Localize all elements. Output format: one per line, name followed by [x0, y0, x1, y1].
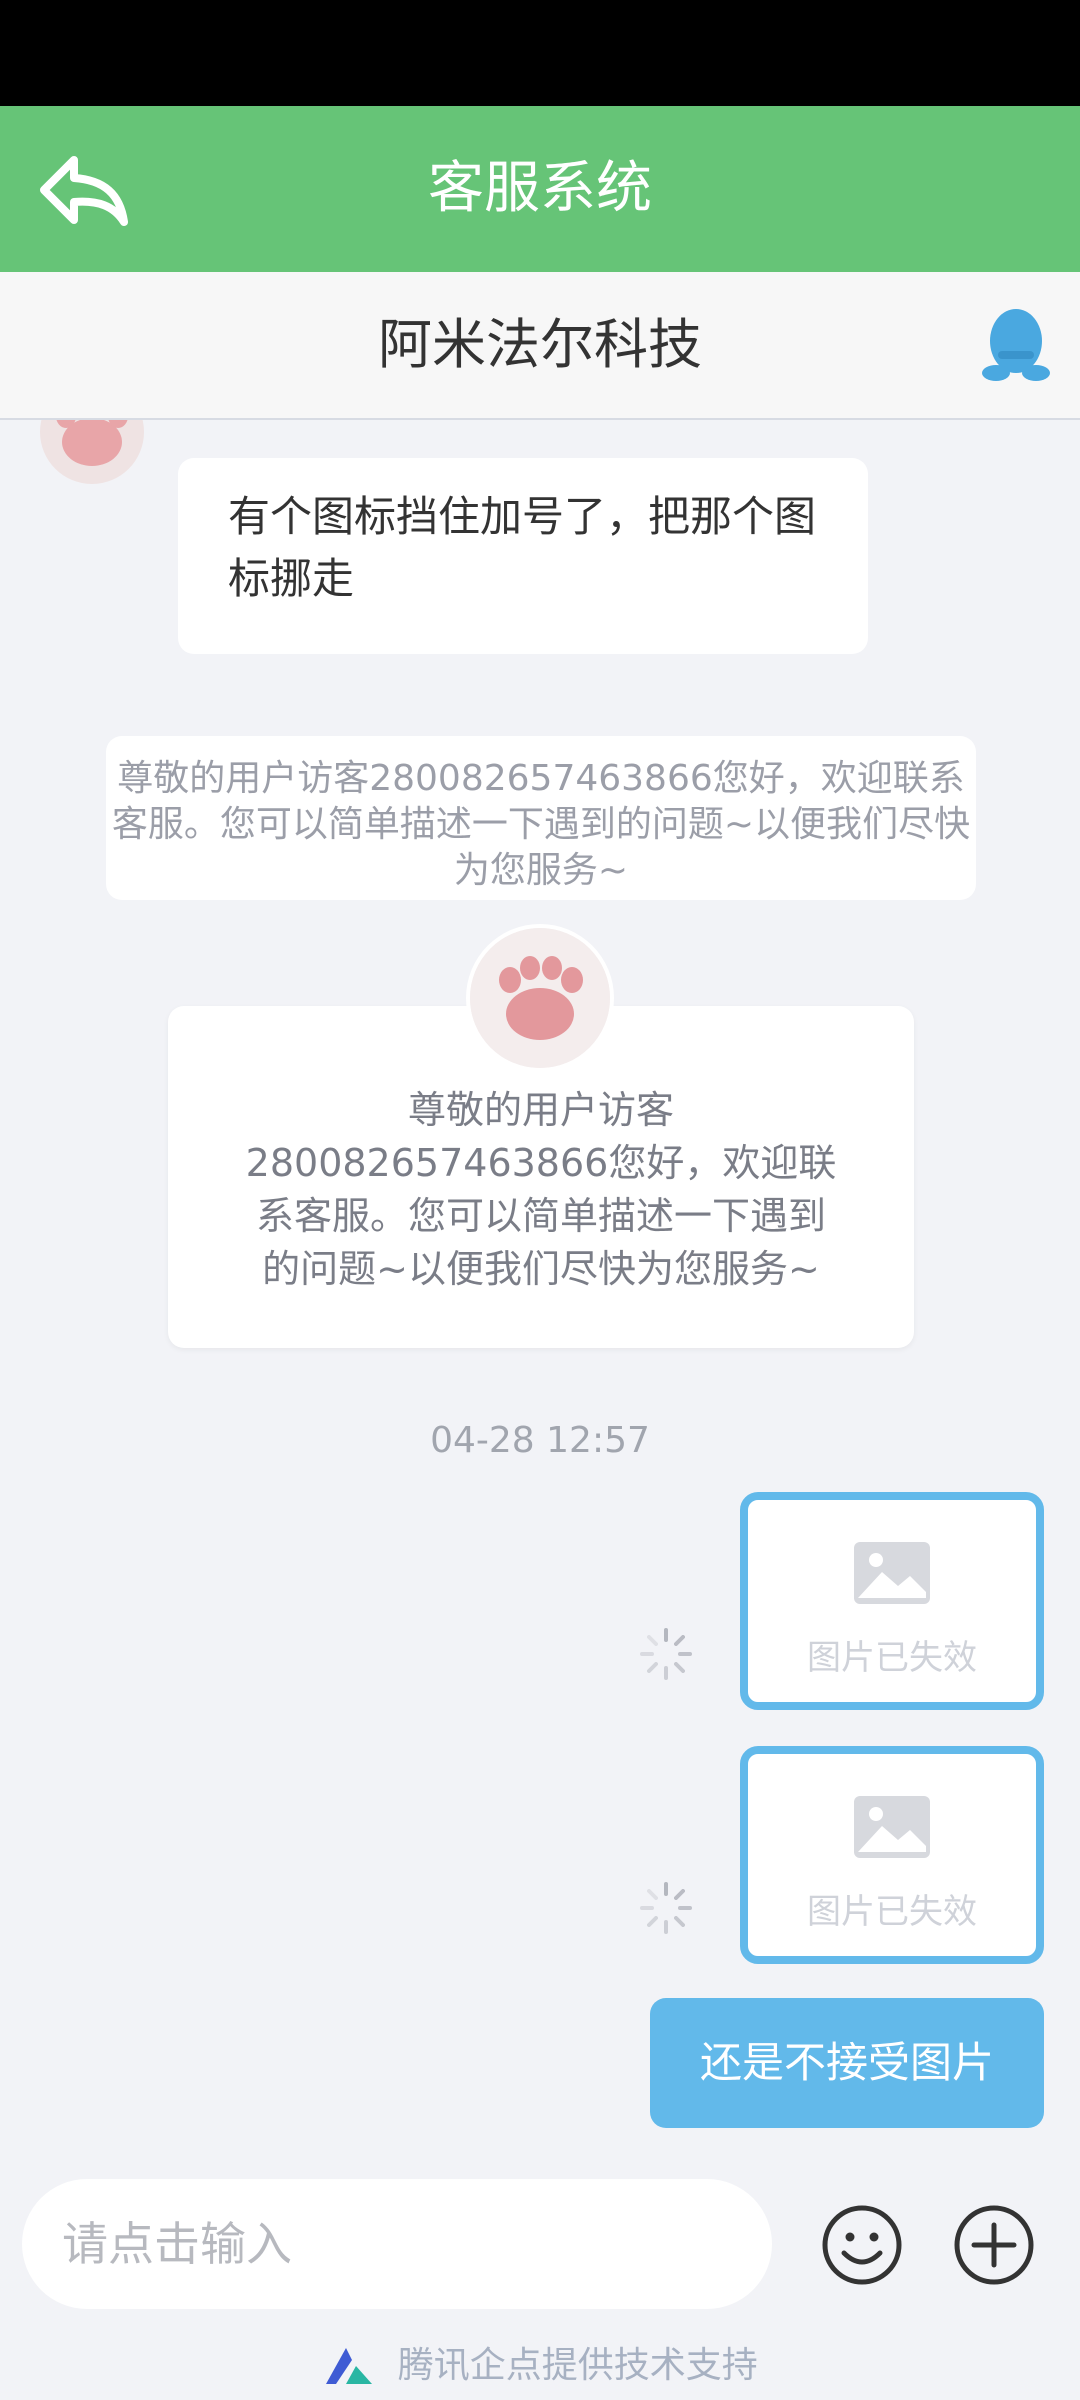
expired-image-label: 图片已失效	[807, 1892, 977, 1932]
broken-image-icon	[854, 1542, 930, 1604]
company-name: 阿米法尔科技	[378, 313, 702, 376]
footer-text: 腾讯企点提供技术支持	[397, 2345, 758, 2386]
incoming-message: 有个图标挡住加号了，把那个图标挪走	[178, 458, 868, 654]
loading-spinner-icon	[640, 1628, 692, 1680]
image-message[interactable]: 图片已失效	[740, 1746, 1044, 1964]
plus-icon	[954, 2205, 1034, 2285]
app-header: 客服系统	[0, 106, 1080, 272]
outgoing-message: 还是不接受图片	[649, 1998, 1044, 2128]
emoji-icon	[822, 2205, 902, 2285]
cat-paw-avatar	[40, 420, 144, 484]
qq-button[interactable]	[982, 307, 1050, 385]
message-timestamp: 04-28 12:57	[430, 1420, 650, 1461]
broken-image-icon	[854, 1796, 930, 1858]
cat-paw-avatar	[470, 928, 610, 1068]
chat-area[interactable]: 有个图标挡住加号了，把那个图标挪走 尊敬的用户访客280082657463866…	[0, 420, 1080, 2155]
qidian-logo-icon	[326, 2348, 373, 2384]
status-bar	[0, 0, 1080, 106]
loading-spinner-icon	[640, 1882, 692, 1934]
welcome-text: 尊敬的用户访客280082657463866您好，欢迎联系客服。您可以简单描述一…	[245, 1088, 837, 1291]
chat-header: 阿米法尔科技	[0, 272, 1080, 420]
message-input[interactable]	[22, 2179, 772, 2309]
expired-image-label: 图片已失效	[807, 1638, 977, 1678]
page-title: 客服系统	[428, 156, 652, 221]
input-bar	[0, 2155, 1080, 2325]
emoji-button[interactable]	[820, 2203, 904, 2287]
footer: 腾讯企点提供技术支持	[0, 2340, 1080, 2390]
message-text: 有个图标挡住加号了，把那个图标挪走	[228, 492, 817, 603]
plus-button[interactable]	[952, 2203, 1036, 2287]
image-message[interactable]: 图片已失效	[740, 1492, 1044, 1710]
system-notice: 尊敬的用户访客280082657463866您好，欢迎联系客服。您可以简单描述一…	[106, 736, 976, 900]
qq-penguin-icon	[982, 309, 1050, 381]
